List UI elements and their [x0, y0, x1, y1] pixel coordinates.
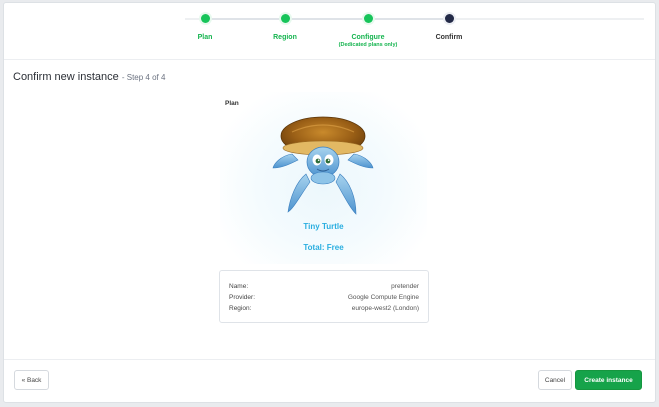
instance-details: Name: pretender Provider: Google Compute…: [219, 270, 429, 323]
page-title-text: Confirm new instance: [13, 71, 119, 83]
step-complete-icon: [280, 14, 290, 23]
detail-value: pretender: [391, 283, 419, 290]
step-confirm: Confirm: [389, 3, 509, 42]
step-sublabel: (Dedicated plans only): [338, 42, 398, 48]
detail-row-region: Region: europe-west2 (London): [229, 305, 419, 315]
divider: [4, 359, 655, 360]
detail-label: Region:: [229, 305, 252, 312]
plan-total: Total: Free: [303, 243, 344, 252]
cancel-button[interactable]: Cancel: [538, 370, 572, 390]
back-button[interactable]: « Back: [14, 370, 49, 390]
detail-label: Name:: [229, 283, 249, 290]
detail-label: Provider:: [229, 294, 256, 301]
detail-row-name: Name: pretender: [229, 283, 419, 293]
detail-row-provider: Provider: Google Compute Engine: [229, 294, 419, 304]
detail-value: Google Compute Engine: [347, 294, 419, 301]
create-instance-button[interactable]: Create instance: [575, 370, 642, 390]
page-title: Confirm new instance - Step 4 of 4: [13, 71, 165, 83]
step-label: Confirm: [435, 34, 463, 41]
detail-value: europe-west2 (London): [351, 305, 419, 312]
turtle-mascot-icon: [272, 116, 374, 215]
plan-name: Tiny Turtle: [303, 222, 344, 231]
step-current-icon: [444, 14, 454, 23]
wizard-panel: Plan Region Configure (Dedicated plans o…: [3, 2, 656, 403]
step-complete-icon: [200, 14, 210, 23]
step-complete-icon: [363, 14, 373, 23]
step-indicator: - Step 4 of 4: [121, 73, 166, 82]
plan-section-label: Plan: [225, 100, 239, 107]
divider: [4, 59, 655, 60]
step-progress: Plan Region Configure (Dedicated plans o…: [4, 3, 655, 59]
plan-card: Plan Tiny Turtle Total: Free: [220, 92, 427, 264]
